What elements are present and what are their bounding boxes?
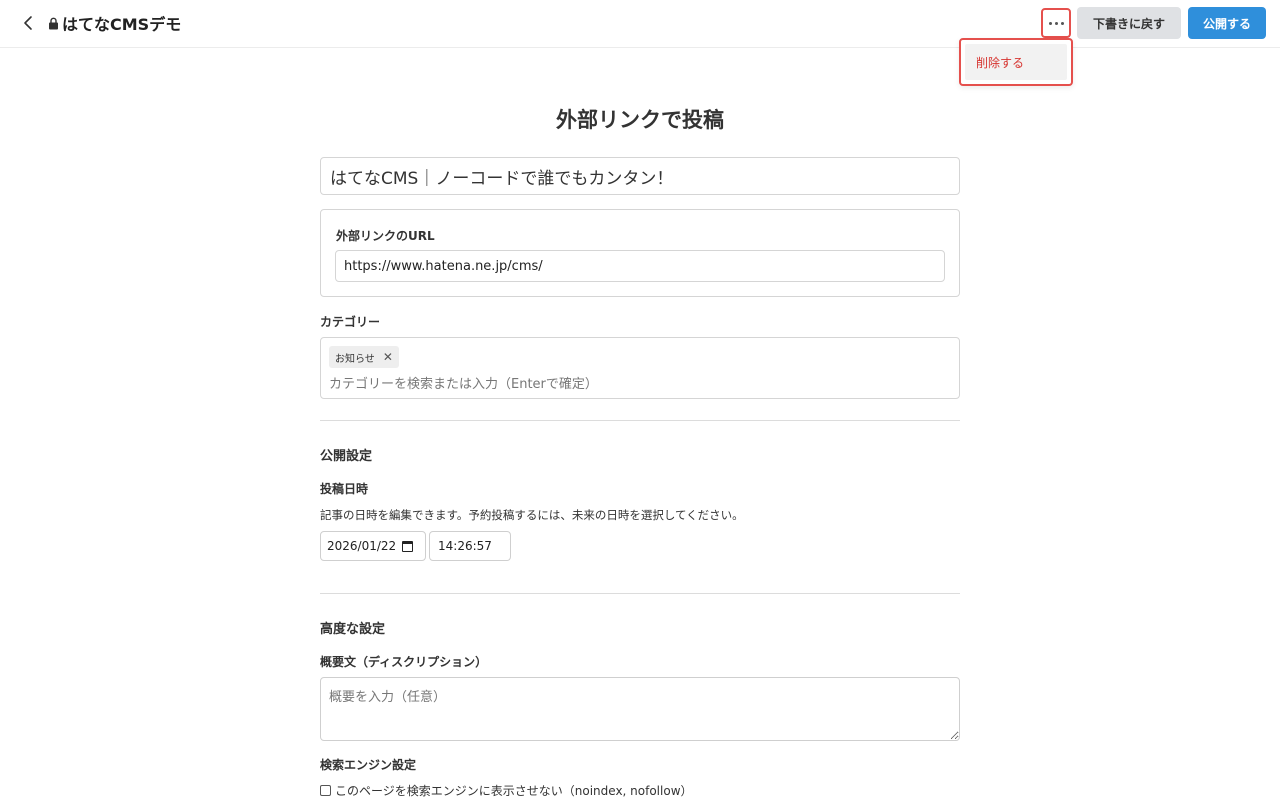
- noindex-label: このページを検索エンジンに表示させない（noindex, nofollow）: [335, 784, 693, 798]
- top-header: はてなCMSデモ 下書きに戻す 公開する: [0, 0, 1280, 48]
- external-url-panel: 外部リンクのURL: [320, 209, 960, 297]
- more-menu-dropdown: 削除する: [959, 38, 1073, 86]
- noindex-option[interactable]: このページを検索エンジンに表示させない（noindex, nofollow）: [320, 782, 693, 799]
- category-label: カテゴリー: [320, 315, 381, 329]
- chevron-left-icon: [24, 16, 32, 30]
- calendar-icon[interactable]: [402, 540, 414, 552]
- external-url-label: 外部リンクのURL: [336, 229, 435, 243]
- post-time-value: 14:26:57: [438, 539, 492, 553]
- section-divider: [320, 593, 960, 594]
- noindex-checkbox[interactable]: [320, 785, 331, 796]
- post-title-input[interactable]: [320, 157, 960, 195]
- delete-menu-item[interactable]: 削除する: [965, 44, 1067, 80]
- external-url-input[interactable]: [335, 250, 945, 282]
- lock-icon: [49, 17, 58, 29]
- page-title: 外部リンクで投稿: [556, 108, 724, 132]
- post-date-input[interactable]: 2026/01/22: [320, 531, 426, 561]
- more-dot: [1060, 21, 1064, 25]
- close-icon[interactable]: ✕: [383, 350, 393, 364]
- more-menu-button[interactable]: [1041, 8, 1071, 38]
- back-button[interactable]: [18, 12, 40, 34]
- category-field[interactable]: お知らせ ✕: [320, 337, 960, 399]
- category-tag: お知らせ ✕: [329, 346, 399, 368]
- description-label: 概要文（ディスクリプション）: [320, 655, 488, 669]
- site-title-text: はてなCMSデモ: [62, 15, 182, 34]
- category-tag-label: お知らせ: [335, 353, 375, 365]
- category-search-input[interactable]: [329, 373, 929, 395]
- post-date-value: 2026/01/22: [327, 539, 397, 553]
- revert-to-draft-button[interactable]: 下書きに戻す: [1077, 7, 1181, 39]
- section-divider: [320, 420, 960, 421]
- publish-settings-heading: 公開設定: [320, 449, 373, 464]
- seo-settings-label: 検索エンジン設定: [320, 758, 417, 772]
- publish-button[interactable]: 公開する: [1188, 7, 1266, 39]
- site-title: はてなCMSデモ: [48, 12, 181, 34]
- post-datetime-label: 投稿日時: [320, 482, 369, 496]
- datetime-helper-text: 記事の日時を編集できます。予約投稿するには、未来の日時を選択してください。: [320, 508, 744, 522]
- description-textarea[interactable]: [320, 677, 960, 741]
- more-horizontal-icon: [1048, 21, 1052, 25]
- more-dot: [1054, 21, 1058, 25]
- advanced-settings-heading: 高度な設定: [320, 622, 386, 637]
- post-time-input[interactable]: 14:26:57: [429, 531, 511, 561]
